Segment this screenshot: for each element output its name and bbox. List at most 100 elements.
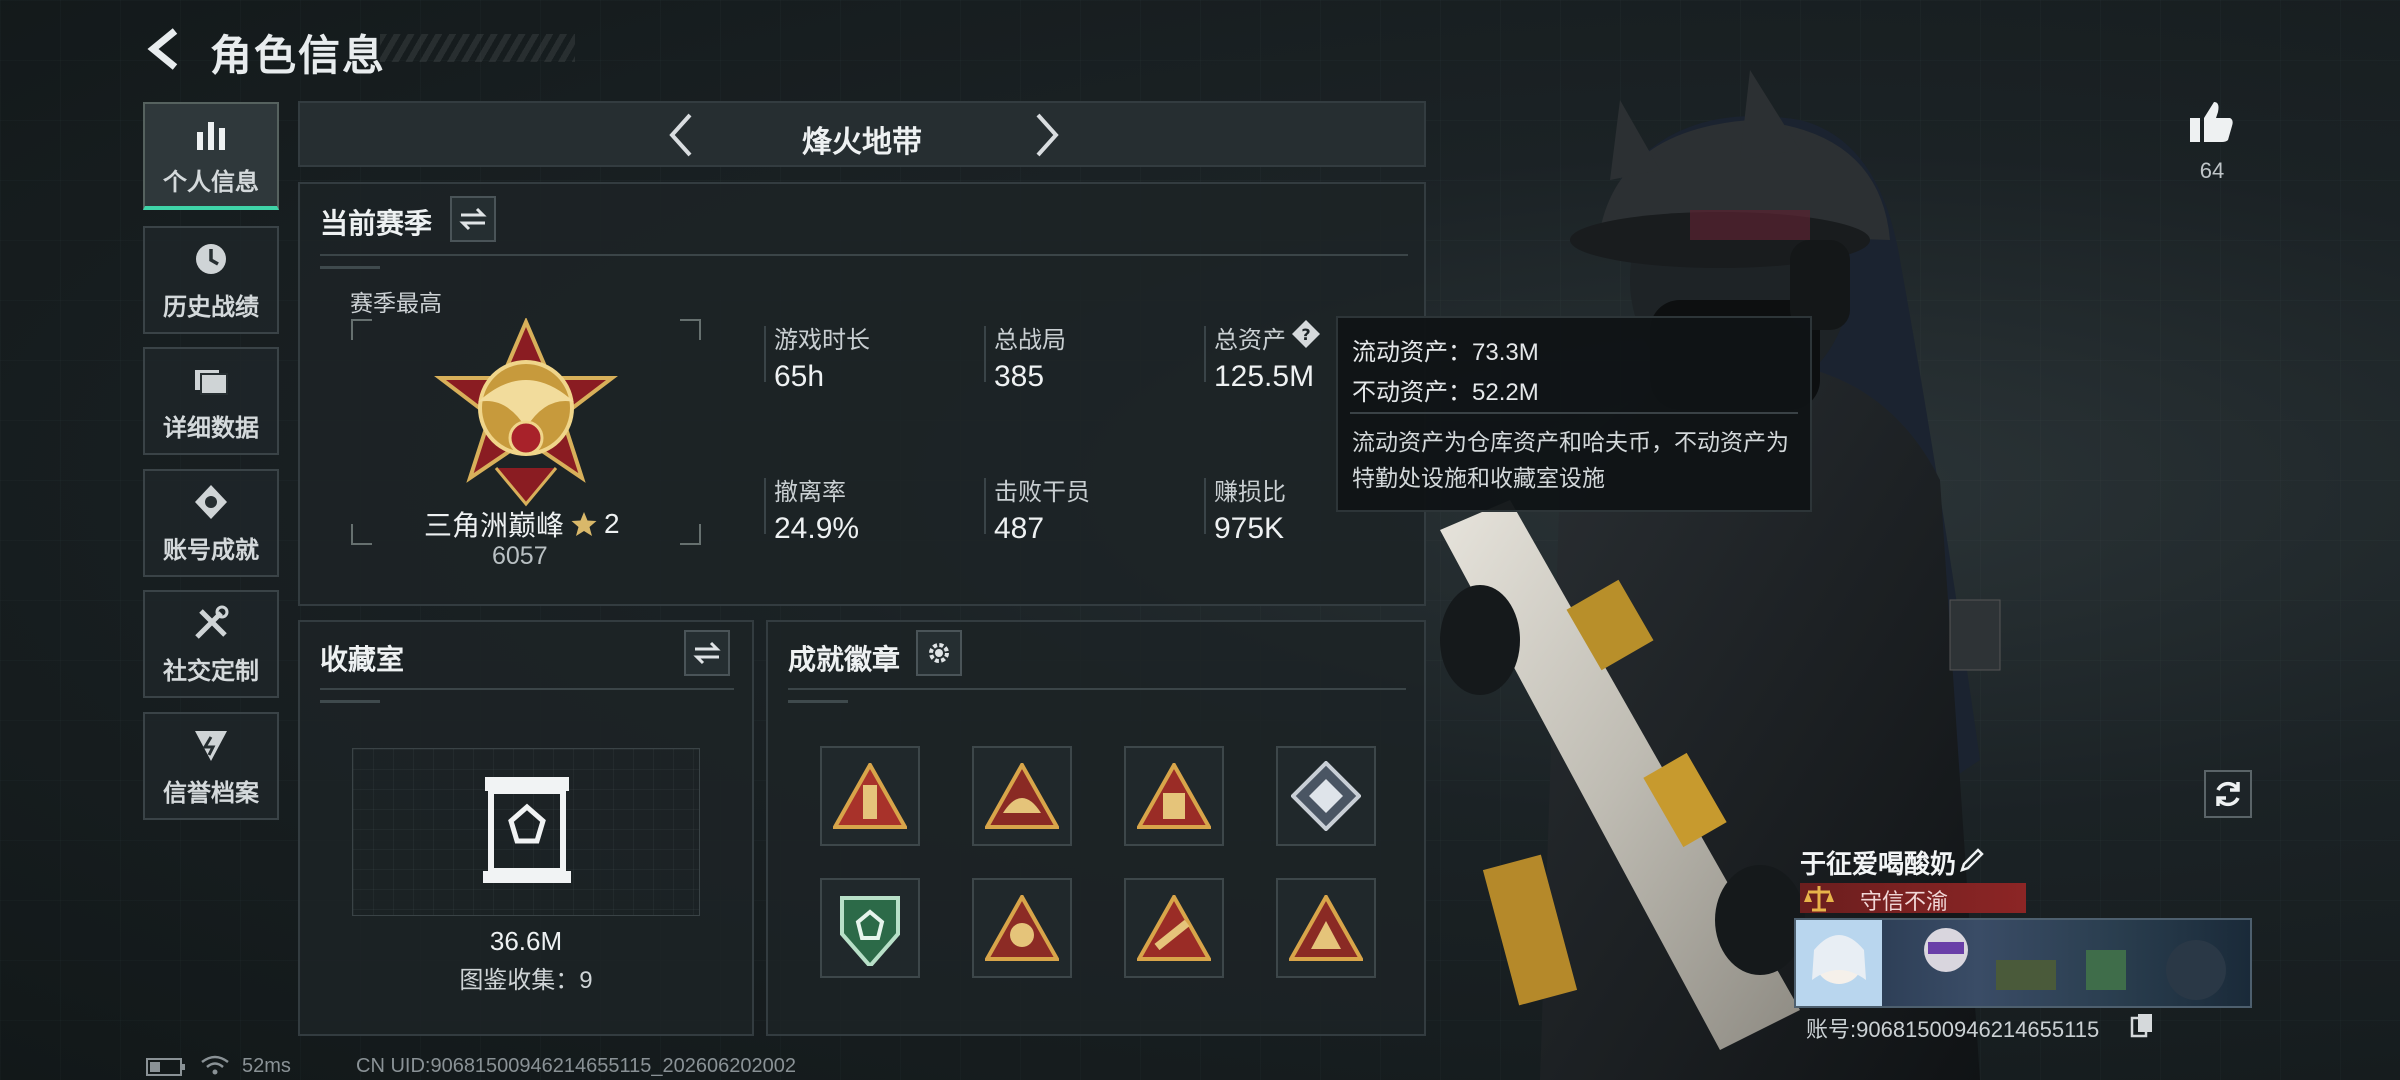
nav-label: 信誉档案 <box>163 779 259 807</box>
edit-name-button[interactable] <box>1958 846 1988 876</box>
divider <box>788 688 1406 690</box>
badge-slot[interactable] <box>972 746 1072 846</box>
nav-label: 社交定制 <box>163 657 259 685</box>
assets-tooltip: 流动资产：73.3M 不动资产：52.2M 流动资产为仓库资产和哈夫币，不动资产… <box>1336 316 1812 512</box>
wifi-icon <box>201 1055 229 1075</box>
ping-value: 52ms <box>242 1055 291 1077</box>
mode-next-button[interactable] <box>1028 109 1078 161</box>
nav-achievements[interactable]: 账号成就 <box>143 469 279 577</box>
tooltip-description: 流动资产为仓库资产和哈夫币，不动资产为特勤处设施和收藏室设施 <box>1352 429 1789 491</box>
refresh-button[interactable] <box>2204 770 2252 818</box>
nav-label: 个人信息 <box>163 168 259 196</box>
tooltip-liquid-assets: 流动资产：73.3M <box>1352 339 1539 366</box>
page-title: 角色信息 <box>210 32 387 79</box>
triangle-badge-icon <box>1137 763 1211 829</box>
stat-label-extract-rate: 撤离率 <box>774 479 846 506</box>
badge-slot[interactable] <box>972 878 1072 978</box>
stat-value-extract-rate: 24.9% <box>774 512 860 545</box>
nav-label: 历史战绩 <box>163 293 259 321</box>
stat-separator <box>1204 326 1206 382</box>
achievement-icon <box>195 484 227 519</box>
divider <box>320 688 734 690</box>
tooltip-divider <box>1350 412 1798 414</box>
rank-medal-icon <box>434 318 618 507</box>
decoration-tick <box>320 700 380 703</box>
swap-icon <box>693 641 721 665</box>
rank-stars: 2 <box>604 508 620 539</box>
stat-separator <box>764 478 766 534</box>
shield-badge-icon <box>840 896 900 966</box>
tools-icon <box>195 605 229 639</box>
player-card-art <box>1796 920 2226 1006</box>
like-count: 64 <box>2199 158 2225 183</box>
nav-history[interactable]: 历史战绩 <box>143 226 279 334</box>
uid-text: CN UID:9068150094621465511​5_20260620200… <box>356 1055 797 1077</box>
stat-label-kills: 击败干员 <box>994 479 1090 506</box>
stat-separator <box>984 326 986 382</box>
triangle-badge-icon <box>985 763 1059 829</box>
showcase-icon <box>483 777 571 883</box>
reputation-text: 守信不渝 <box>1860 889 1949 914</box>
tooltip-fixed-assets: 不动资产：52.2M <box>1352 379 1539 406</box>
back-button[interactable] <box>140 26 190 72</box>
stat-separator <box>1204 478 1206 534</box>
gear-icon <box>929 643 949 663</box>
stat-separator <box>764 326 766 382</box>
stat-label-profit-ratio: 赚损比 <box>1214 479 1286 506</box>
stat-value-kills: 487 <box>994 512 1045 545</box>
assets-help-button[interactable]: ? <box>1290 318 1322 350</box>
like-button[interactable] <box>2188 98 2236 146</box>
help-icon: ? <box>1292 320 1320 348</box>
triangle-badge-icon <box>1289 895 1363 961</box>
season-switch-button[interactable] <box>450 196 496 242</box>
badge-slot[interactable] <box>820 878 920 978</box>
copy-account-button[interactable] <box>2130 1012 2158 1040</box>
badge-slot[interactable] <box>1124 746 1224 846</box>
history-icon <box>196 243 226 274</box>
stat-value-playtime: 65h <box>774 360 825 393</box>
nav-personal-info[interactable]: 个人信息 <box>143 102 279 210</box>
collection-value: 36.6M <box>489 926 563 956</box>
swap-icon <box>459 207 487 231</box>
mode-switcher: 烽火地带 <box>298 101 1426 167</box>
back-arrow-icon <box>147 28 178 70</box>
nav-detailed-data[interactable]: 详细数据 <box>143 347 279 455</box>
nav-credit-record[interactable]: 信誉档案 <box>143 712 279 820</box>
stat-value-assets: 125.5M <box>1214 360 1315 393</box>
rank-name-row: 三角洲巅峰 2 <box>424 504 620 544</box>
player-card[interactable] <box>1794 918 2252 1008</box>
badges-settings-button[interactable] <box>916 630 962 676</box>
collection-switch-button[interactable] <box>684 630 730 676</box>
rank-name: 三角洲巅峰 <box>424 510 565 541</box>
svg-text:?: ? <box>1301 325 1310 344</box>
collection-count: 图鉴收集：9 <box>459 967 593 994</box>
nav-social-custom[interactable]: 社交定制 <box>143 590 279 698</box>
stat-label-matches: 总战局 <box>994 327 1066 354</box>
decoration-tick <box>320 266 380 269</box>
battery-icon <box>146 1058 185 1076</box>
account-id: 账号:9068150094621465511​5 <box>1806 1017 2100 1042</box>
badge-slot[interactable] <box>1124 878 1224 978</box>
nav-label: 详细数据 <box>163 414 259 442</box>
nav-label: 账号成就 <box>163 536 259 564</box>
thumbs-up-icon <box>2190 102 2233 142</box>
badge-slot[interactable] <box>1276 746 1376 846</box>
badge-slot[interactable] <box>1276 878 1376 978</box>
season-best-label: 赛季最高 <box>350 290 442 316</box>
title-decoration <box>380 34 575 62</box>
mode-label: 烽火地带 <box>802 126 922 159</box>
folder-icon <box>195 369 228 395</box>
season-title: 当前赛季 <box>320 208 433 239</box>
stat-label-playtime: 游戏时长 <box>774 327 870 354</box>
stat-value-profit-ratio: 975K <box>1214 512 1285 545</box>
triangle-badge-icon <box>985 895 1059 961</box>
stat-value-matches: 385 <box>994 360 1045 393</box>
refresh-icon <box>2216 781 2240 807</box>
pencil-icon <box>1960 848 1984 872</box>
chevron-right-icon <box>1036 113 1059 157</box>
badge-slot[interactable] <box>820 746 920 846</box>
stat-separator <box>984 478 986 534</box>
rank-score: 6057 <box>492 542 548 570</box>
collection-display[interactable] <box>352 748 700 916</box>
decoration-tick <box>788 700 848 703</box>
